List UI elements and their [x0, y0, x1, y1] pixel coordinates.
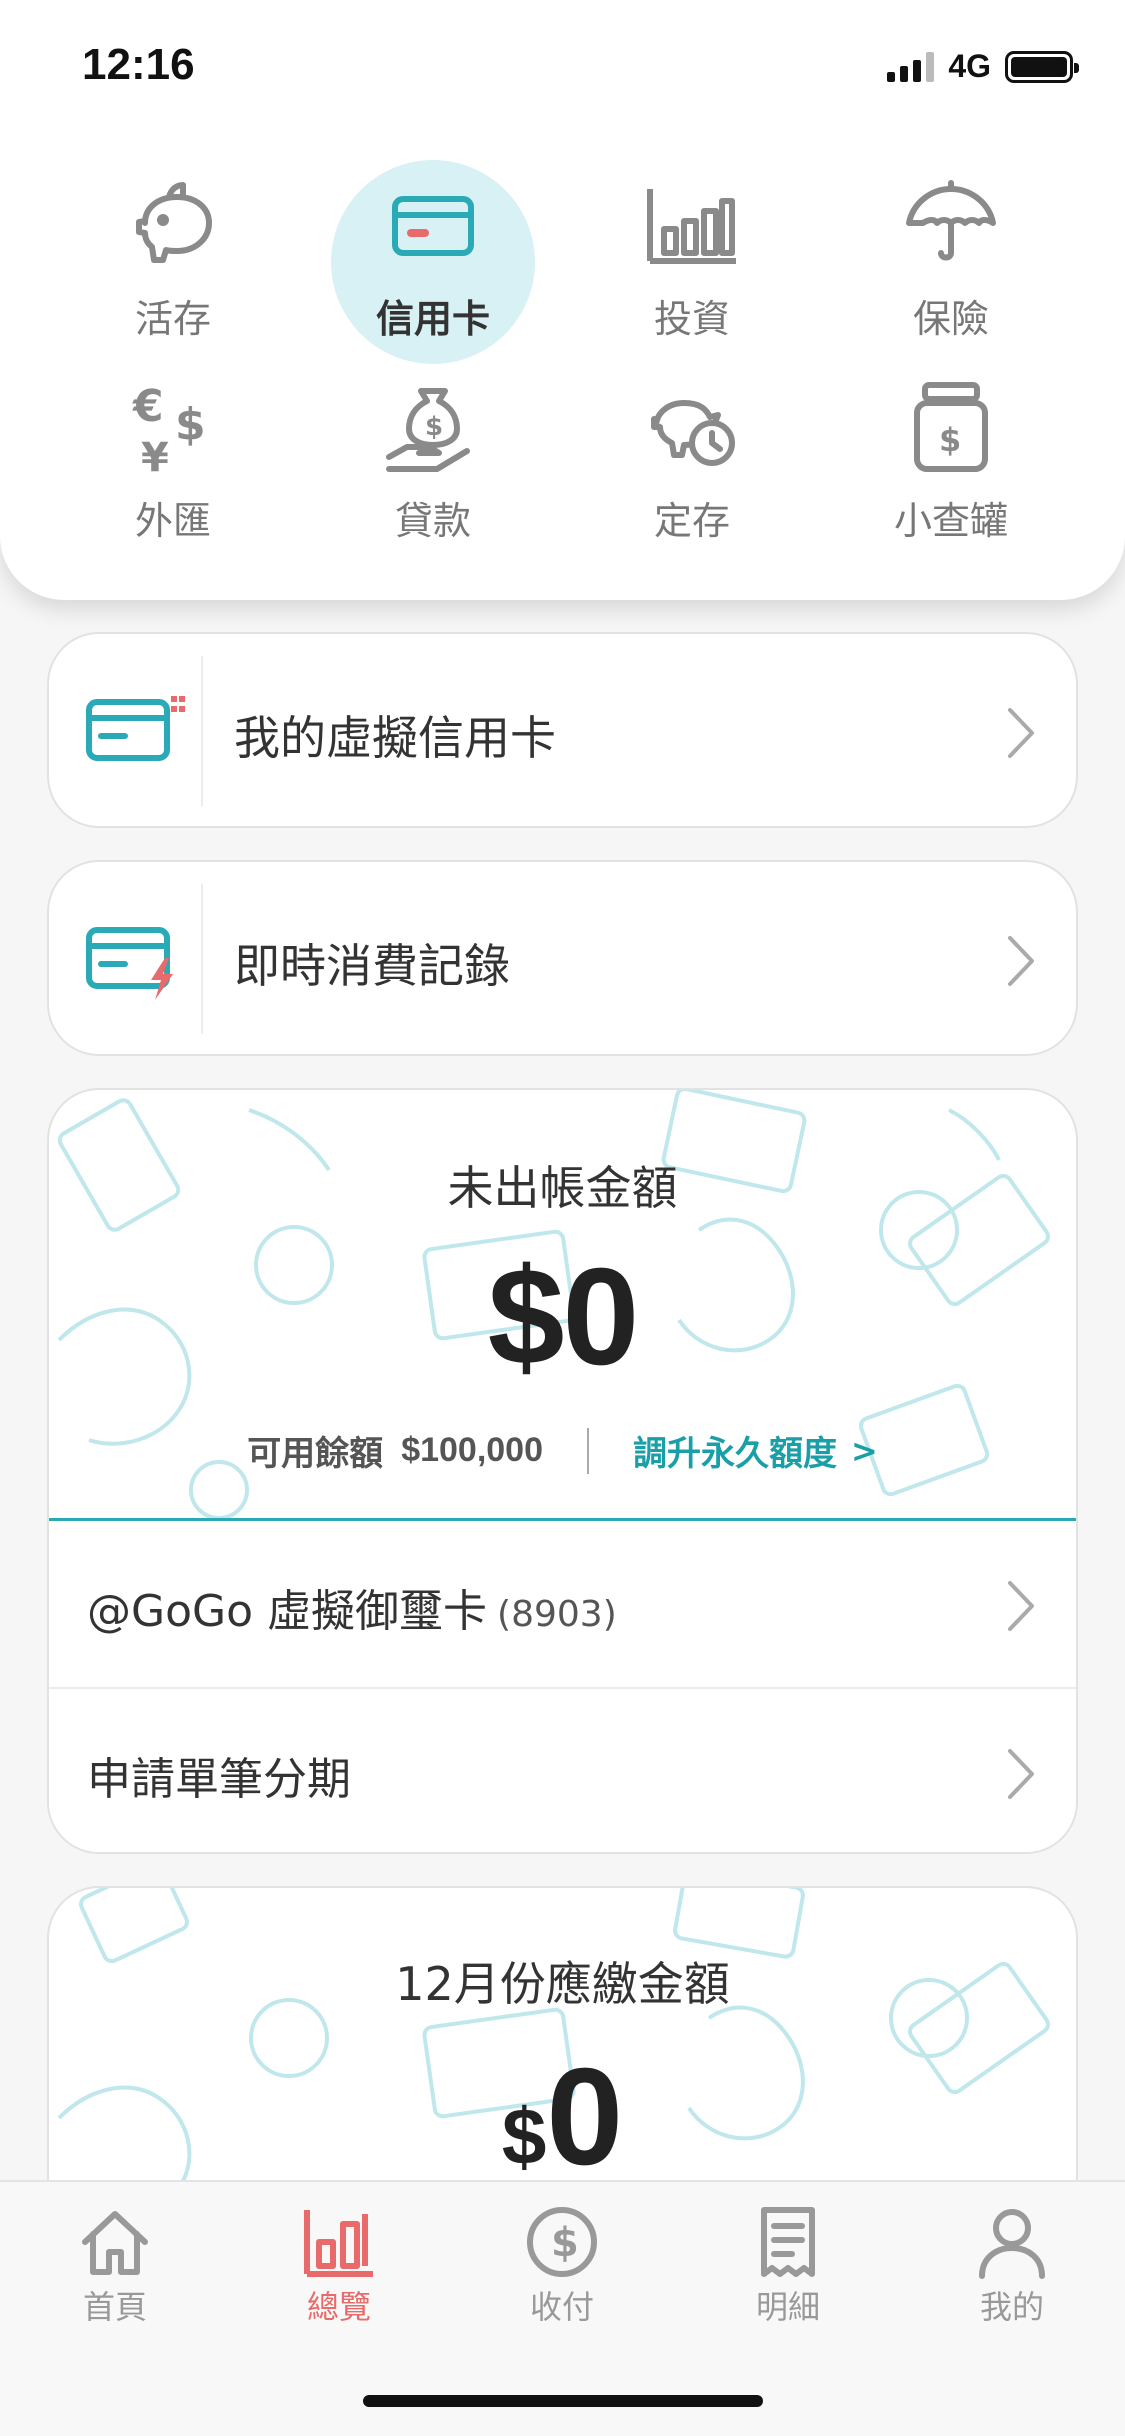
home-icon — [82, 2211, 148, 2275]
category-label: 貸款 — [394, 499, 471, 543]
installment-row[interactable]: 申請單筆分期 — [49, 1689, 1076, 1852]
divider — [201, 884, 203, 1034]
dollar-circle-icon: $ — [527, 2207, 597, 2277]
overview-chart-icon — [304, 2210, 373, 2277]
receipt-icon — [761, 2207, 815, 2277]
category-insurance[interactable]: 保險 — [846, 170, 1056, 370]
category-time-deposit[interactable]: 定存 — [587, 372, 797, 572]
piggy-bank-icon — [118, 170, 228, 280]
realtime-records-label: 即時消費記錄 — [234, 939, 510, 993]
realtime-records-link[interactable]: 即時消費記錄 — [47, 860, 1078, 1056]
divider — [201, 656, 203, 806]
card-detail-row[interactable]: @GoGo 虛擬御璽卡 (8903) — [49, 1521, 1076, 1687]
virtual-card-label: 我的虛擬信用卡 — [234, 711, 556, 765]
credit-card-icon — [378, 170, 488, 280]
unbilled-title: 未出帳金額 — [447, 1161, 678, 1215]
savings-jar-icon: $ — [896, 372, 1006, 482]
tab-details[interactable]: 明細 — [708, 2204, 868, 2334]
category-demand-deposit[interactable]: 活存 — [68, 170, 278, 370]
svg-text:$: $ — [551, 2220, 579, 2266]
card-row-label: @GoGo 虛擬御璽卡 (8903) — [87, 1575, 617, 1639]
status-bar: 12:16 4G — [0, 0, 1125, 140]
category-savings-jar[interactable]: $ 小查罐 — [846, 372, 1056, 572]
category-investment[interactable]: 投資 — [587, 170, 797, 370]
svg-text:¥: ¥ — [141, 435, 169, 477]
available-label: 可用餘額 — [247, 1434, 384, 1474]
umbrella-icon — [896, 170, 1006, 280]
status-indicators: 4G — [887, 48, 1079, 85]
tab-label: 收付 — [529, 2288, 594, 2326]
home-indicator[interactable] — [363, 2395, 763, 2407]
chevron-right-icon — [1008, 1749, 1034, 1799]
battery-icon — [1005, 50, 1079, 83]
category-label: 投資 — [653, 297, 730, 341]
category-label: 活存 — [134, 297, 211, 341]
currency-exchange-icon: € $ ¥ — [118, 372, 228, 482]
piggy-clock-icon — [637, 372, 747, 482]
category-label: 信用卡 — [375, 297, 490, 341]
tab-label: 明細 — [755, 2288, 820, 2326]
chevron-right-icon — [1008, 708, 1034, 758]
network-type: 4G — [948, 48, 991, 84]
virtual-card-icon — [85, 690, 185, 774]
card-number: (8903) — [497, 1594, 617, 1635]
amount-due-value: $0 — [49, 2038, 1076, 2197]
tab-label: 總覽 — [306, 2288, 371, 2326]
category-label: 小查罐 — [893, 499, 1008, 543]
tab-label: 我的 — [979, 2288, 1044, 2326]
virtual-card-link[interactable]: 我的虛擬信用卡 — [47, 632, 1078, 828]
svg-text:$: $ — [425, 412, 443, 442]
installment-label: 申請單筆分期 — [87, 1754, 351, 1805]
chevron-right-icon — [1008, 936, 1034, 986]
user-icon — [979, 2209, 1045, 2279]
svg-text:$: $ — [939, 421, 961, 459]
card-lightning-icon — [85, 918, 185, 1002]
money-bag-hand-icon: $ — [378, 372, 488, 482]
divider — [587, 1427, 589, 1474]
category-forex[interactable]: € $ ¥ 外匯 — [68, 372, 278, 572]
tab-home[interactable]: 首頁 — [35, 2204, 195, 2334]
card-name: @GoGo 虛擬御璽卡 — [87, 1586, 488, 1637]
unbilled-balance-card: 未出帳金額 $0 可用餘額 $100,000 調升永久額度 > @GoGo 虛擬… — [47, 1088, 1078, 1854]
chevron-right-icon — [1008, 1581, 1034, 1631]
currency-symbol: $ — [501, 2092, 547, 2181]
tab-label: 首頁 — [82, 2288, 147, 2326]
category-label: 定存 — [653, 499, 730, 543]
available-value: $100,000 — [401, 1431, 543, 1469]
category-credit-card[interactable]: 信用卡 — [328, 170, 538, 370]
bar-chart-icon — [637, 170, 747, 280]
tab-payments[interactable]: $ 收付 — [482, 2204, 642, 2334]
amount-due-title: 12月份應繳金額 — [395, 1957, 730, 2011]
signal-icon — [887, 51, 935, 82]
svg-text:€: € — [132, 381, 164, 432]
category-label: 保險 — [912, 297, 989, 341]
available-credit-row: 可用餘額 $100,000 調升永久額度 > — [49, 1426, 1076, 1475]
category-label: 外匯 — [134, 499, 211, 543]
unbilled-amount: $0 — [487, 1240, 640, 1394]
upgrade-limit-link[interactable]: 調升永久額度 — [633, 1426, 837, 1475]
tab-profile[interactable]: 我的 — [932, 2204, 1092, 2334]
chevron-right-icon[interactable]: > — [851, 1432, 878, 1470]
status-time: 12:16 — [82, 40, 195, 89]
amount-due-number: 0 — [546, 2040, 624, 2194]
tab-overview[interactable]: 總覽 — [259, 2204, 419, 2334]
svg-text:$: $ — [175, 399, 206, 450]
category-loan[interactable]: $ 貸款 — [328, 372, 538, 572]
